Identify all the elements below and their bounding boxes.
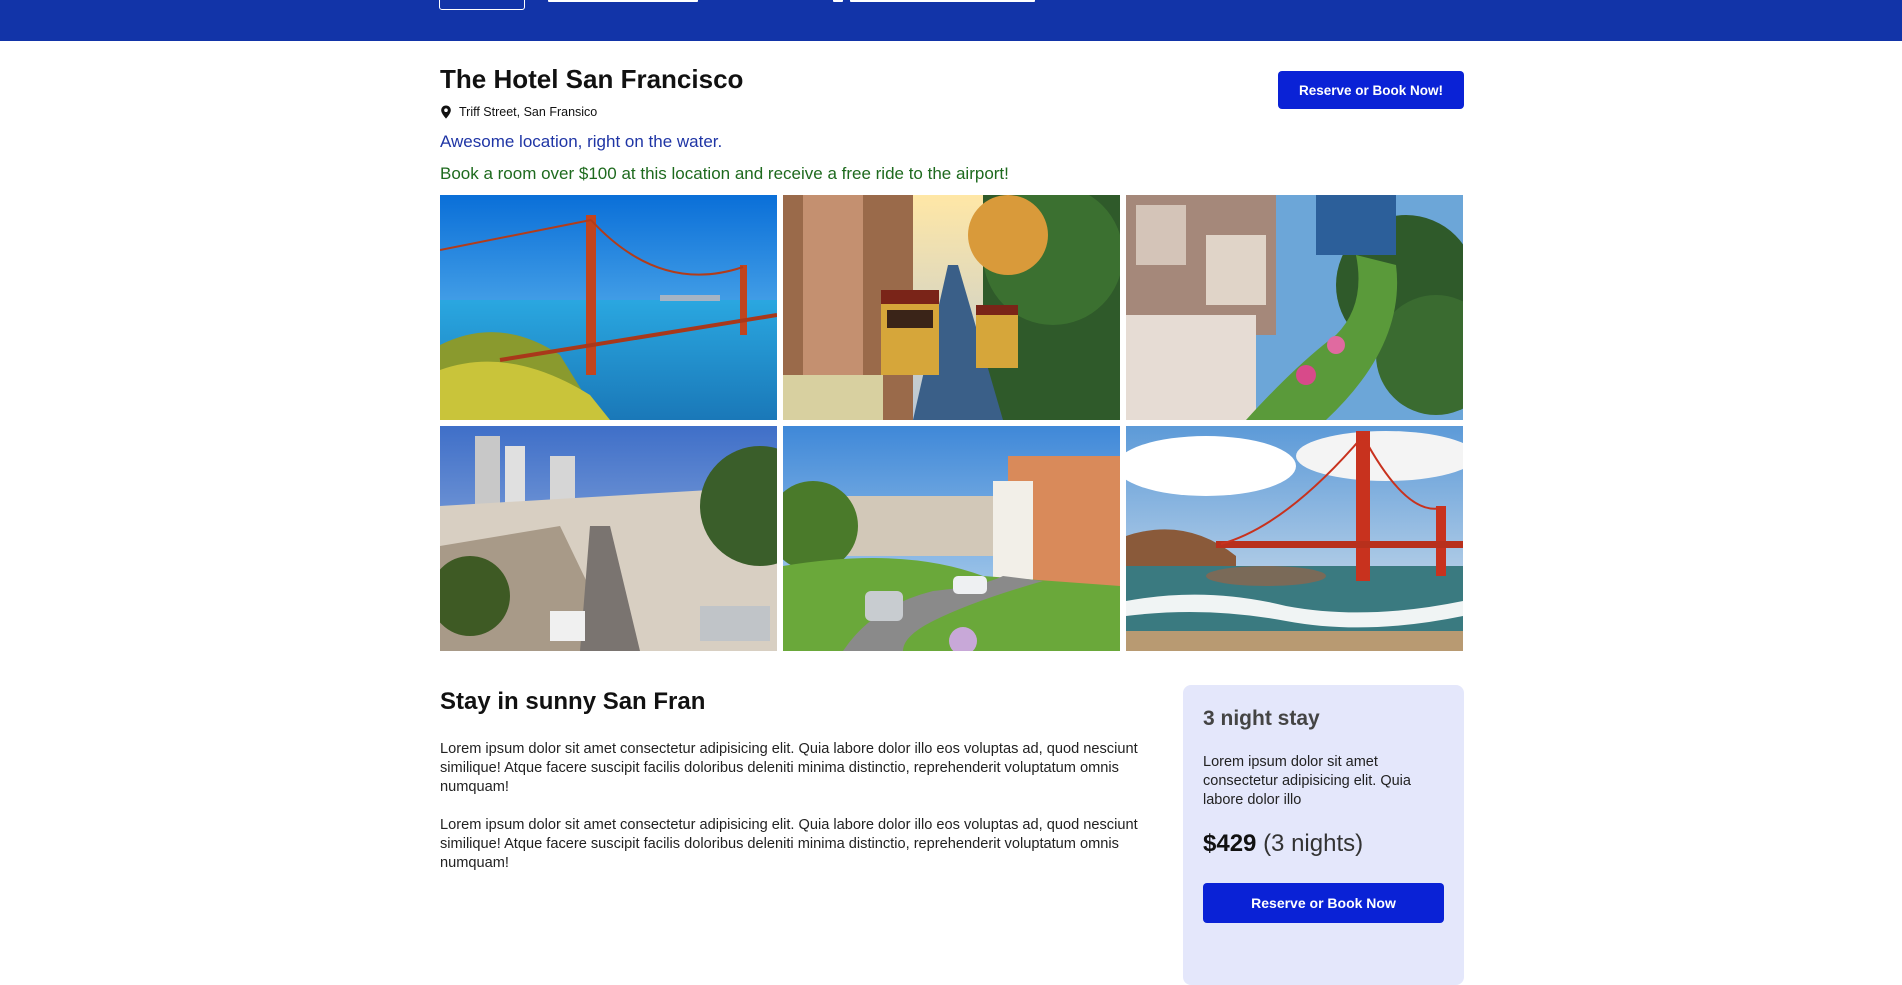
gallery-photo-golden-gate[interactable] bbox=[440, 195, 777, 420]
description-paragraph: Lorem ipsum dolor sit amet consectetur a… bbox=[440, 741, 1138, 795]
address-text: Triff Street, San Fransico bbox=[459, 105, 598, 119]
nav-item-fragment[interactable] bbox=[850, 0, 1035, 2]
gallery-photo-cable-cars[interactable] bbox=[783, 195, 1120, 420]
nav-icon[interactable] bbox=[833, 0, 843, 2]
gallery-photo-lombard-drive[interactable] bbox=[783, 426, 1120, 651]
photo-gallery bbox=[440, 195, 1464, 651]
price-nights: (3 nights) bbox=[1263, 830, 1364, 857]
gallery-photo-lombard-gardens[interactable] bbox=[1126, 195, 1463, 420]
section-heading: Stay in sunny San Fran bbox=[440, 688, 706, 715]
hotel-title: The Hotel San Francisco bbox=[440, 64, 744, 94]
card-title: 3 night stay bbox=[1203, 707, 1320, 730]
gallery-photo-golden-gate-beach[interactable] bbox=[1126, 426, 1463, 651]
top-nav-bar bbox=[0, 0, 1902, 41]
price-amount: $429 bbox=[1203, 830, 1257, 857]
hotel-address: Triff Street, San Fransico bbox=[440, 105, 597, 119]
gallery-photo-steep-street[interactable] bbox=[440, 426, 777, 651]
nav-active-item[interactable] bbox=[439, 0, 525, 10]
nav-item-fragment[interactable] bbox=[548, 0, 698, 2]
card-reserve-button[interactable]: Reserve or Book Now bbox=[1203, 883, 1444, 923]
price-display: $429 (3 nights) bbox=[1203, 830, 1363, 858]
description-paragraph: Lorem ipsum dolor sit amet consectetur a… bbox=[440, 817, 1138, 871]
promo-message: Book a room over $100 at this location a… bbox=[440, 164, 1009, 183]
hotel-tagline: Awesome location, right on the water. bbox=[440, 132, 723, 151]
card-description: Lorem ipsum dolor sit amet consectetur a… bbox=[1203, 754, 1411, 808]
booking-card: 3 night stay Lorem ipsum dolor sit amet … bbox=[1183, 685, 1464, 985]
reserve-button[interactable]: Reserve or Book Now! bbox=[1278, 71, 1464, 109]
map-pin-icon bbox=[440, 105, 452, 119]
